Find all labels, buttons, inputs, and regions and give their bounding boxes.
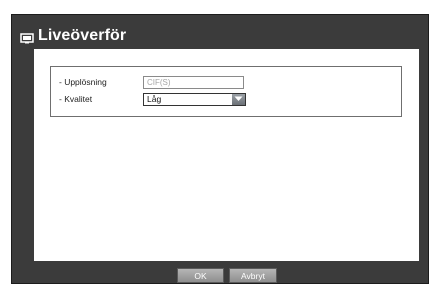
resolution-field: CIF(S) [143,75,244,89]
ok-button[interactable]: OK [177,268,224,283]
quality-selected-value: Låg [147,93,162,104]
monitor-icon [20,31,34,43]
quality-row: - Kvalitet Låg [59,92,246,106]
quality-label: - Kvalitet [59,94,93,104]
cancel-button[interactable]: Avbryt [229,268,277,283]
settings-panel: - Upplösning CIF(S) - Kvalitet Låg [34,49,419,261]
resolution-label: - Upplösning [59,77,107,87]
quality-select[interactable]: Låg [143,92,246,106]
resolution-row: - Upplösning CIF(S) [59,75,244,89]
dialog-title: Liveöverför [38,27,127,44]
settings-group: - Upplösning CIF(S) - Kvalitet Låg [50,66,402,117]
dialog-title-bar: Liveöverför [20,26,418,46]
chevron-down-icon[interactable] [232,93,245,105]
